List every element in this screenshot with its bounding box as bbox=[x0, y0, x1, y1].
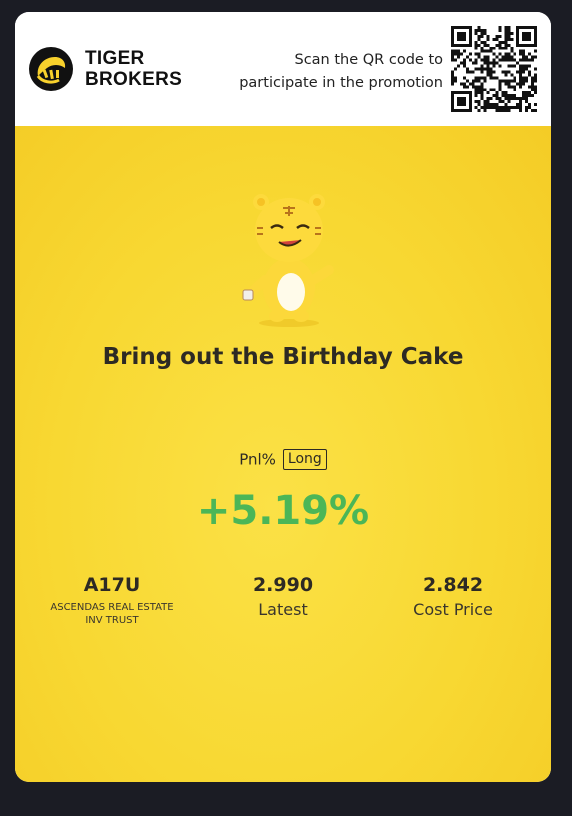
share-card: TIGER BROKERS Scan the QR code to partic… bbox=[15, 12, 551, 782]
brand-name: TIGER BROKERS bbox=[85, 48, 182, 90]
latest-price: 2.990 Latest bbox=[203, 574, 363, 619]
brand-line-1: TIGER bbox=[85, 48, 145, 69]
stock-name-line-2: INV TRUST bbox=[85, 615, 139, 626]
stock-name-line-1: ASCENDAS REAL ESTATE bbox=[50, 602, 174, 613]
scan-line-2: participate in the promotion bbox=[239, 75, 443, 91]
pnl-label: Pnl% bbox=[239, 450, 276, 469]
card-header: TIGER BROKERS Scan the QR code to partic… bbox=[15, 12, 551, 126]
stock-info: A17U ASCENDAS REAL ESTATE INV TRUST bbox=[37, 574, 187, 627]
latest-price-value: 2.990 bbox=[252, 574, 314, 596]
promo-headline: Bring out the Birthday Cake bbox=[102, 344, 464, 370]
pnl-percent: +5.19% bbox=[196, 488, 370, 534]
position-tag: Long bbox=[282, 449, 327, 470]
qr-code-icon[interactable] bbox=[451, 26, 537, 112]
promo-panel: Bring out the Birthday Cake Pnl% Long +5.… bbox=[15, 126, 551, 782]
brand-line-2: BROKERS bbox=[85, 69, 183, 90]
scan-line-1: Scan the QR code to bbox=[294, 52, 444, 68]
stock-name: ASCENDAS REAL ESTATE INV TRUST bbox=[37, 601, 187, 627]
latest-price-label: Latest bbox=[258, 600, 308, 619]
scan-instructions: Scan the QR code to participate in the p… bbox=[239, 49, 443, 95]
cost-price-value: 2.842 bbox=[422, 574, 484, 596]
cost-price: 2.842 Cost Price bbox=[377, 574, 529, 619]
cost-price-label: Cost Price bbox=[413, 600, 493, 619]
stock-symbol: A17U bbox=[83, 574, 141, 596]
tiger-mascot-icon bbox=[242, 194, 334, 327]
tiger-brokers-logo-icon bbox=[29, 47, 73, 91]
pnl-row: Pnl% Long bbox=[15, 449, 551, 470]
